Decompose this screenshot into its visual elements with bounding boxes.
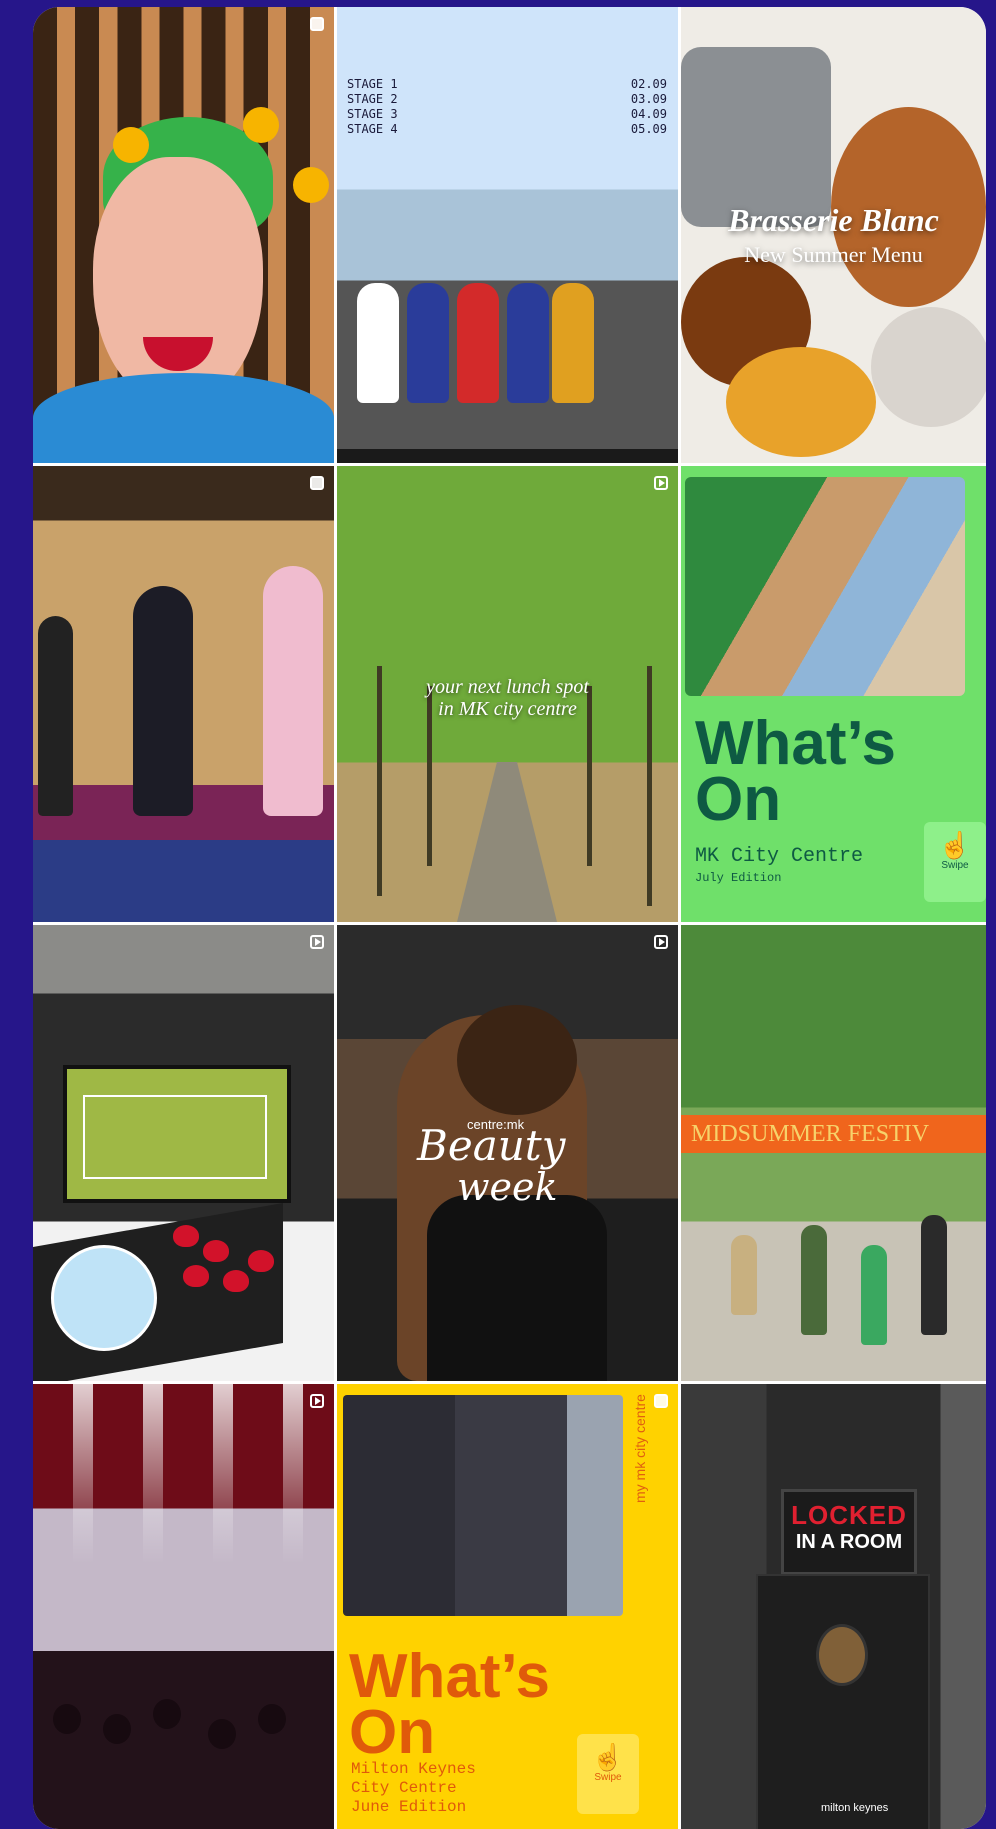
dip-shape bbox=[871, 307, 986, 427]
strawberry-shape bbox=[173, 1225, 199, 1247]
post-title: Brasserie Blanc bbox=[728, 202, 939, 238]
actor-shape bbox=[38, 616, 73, 816]
rider-shape bbox=[552, 283, 594, 403]
reel-icon bbox=[654, 935, 668, 949]
reel-icon bbox=[654, 476, 668, 490]
post-grid: STAGE 1 02.09 STAGE 2 03.09 STAGE 3 04.09 S… bbox=[33, 7, 986, 1829]
post-tile-trees[interactable]: your next lunch spot in MK city centre bbox=[337, 466, 678, 922]
post-tile-beauty-week[interactable]: centre:mk Beauty week bbox=[337, 925, 678, 1381]
path-shape bbox=[457, 762, 557, 922]
post-tile-cycling[interactable]: STAGE 1 02.09 STAGE 2 03.09 STAGE 3 04.09 S… bbox=[337, 7, 678, 463]
post-edition: July Edition bbox=[695, 871, 782, 885]
porthole-shape bbox=[816, 1624, 868, 1686]
carousel-icon bbox=[310, 476, 324, 490]
post-location: Milton Keynes City Centre June Edition bbox=[351, 1760, 476, 1816]
rider-shape bbox=[457, 283, 499, 403]
swipe-hint: ☝ Swipe bbox=[577, 1734, 639, 1814]
post-tile-performer[interactable] bbox=[33, 7, 334, 463]
post-photo bbox=[685, 477, 965, 696]
door-shape bbox=[756, 1574, 930, 1829]
festival-banner: MIDSUMMER FESTIV bbox=[681, 1115, 986, 1153]
post-tile-whats-on-june[interactable]: my mk city centre What’s On Milton Keyne… bbox=[337, 1384, 678, 1829]
audience-head bbox=[208, 1719, 236, 1749]
shirt-shape bbox=[33, 373, 334, 463]
post-title: Beauty bbox=[417, 1121, 566, 1170]
strawberry-shape bbox=[183, 1265, 209, 1287]
brand-vertical-label: my mk city centre bbox=[632, 1394, 648, 1503]
post-subtitle: week bbox=[457, 1165, 558, 1209]
actor-shape bbox=[263, 566, 323, 816]
hair-shape bbox=[457, 1005, 577, 1115]
actor-shape bbox=[133, 586, 193, 816]
carousel-icon bbox=[310, 17, 324, 31]
stage-light bbox=[73, 1384, 93, 1564]
swipe-hint: ☝ Swipe bbox=[924, 822, 986, 902]
stage-row: STAGE 3 04.09 bbox=[347, 107, 667, 121]
stage-row: STAGE 4 05.09 bbox=[347, 122, 667, 136]
stage-row: STAGE 2 03.09 bbox=[347, 92, 667, 106]
audience-head bbox=[258, 1704, 286, 1734]
rider-shape bbox=[407, 283, 449, 403]
reel-icon bbox=[310, 935, 324, 949]
walker-shape bbox=[861, 1245, 887, 1345]
strawberry-shape bbox=[223, 1270, 249, 1292]
walker-shape bbox=[801, 1225, 827, 1335]
footer-strip bbox=[337, 449, 678, 463]
rider-shape bbox=[357, 283, 399, 403]
rider-shape bbox=[507, 283, 549, 403]
venue-sign: LOCKED IN A ROOM bbox=[781, 1489, 917, 1575]
stage-light bbox=[213, 1384, 233, 1564]
stage-row: STAGE 1 02.09 bbox=[347, 77, 667, 91]
hand-pointer-icon: ☝ bbox=[938, 830, 972, 860]
post-tile-whats-on-july[interactable]: What’s On MK City Centre July Edition ☝ … bbox=[681, 466, 986, 922]
bowl-shape bbox=[681, 47, 831, 227]
flower-shape bbox=[113, 127, 149, 163]
post-caption: your next lunch spot in MK city centre bbox=[426, 676, 589, 720]
flower-shape bbox=[293, 167, 329, 203]
stage-light bbox=[283, 1384, 303, 1564]
walker-shape bbox=[921, 1215, 947, 1335]
post-heading: What’s On bbox=[695, 709, 896, 834]
post-photo bbox=[343, 1395, 623, 1616]
post-subtitle: New Summer Menu bbox=[744, 242, 923, 267]
carousel-icon bbox=[654, 1394, 668, 1408]
stage-list: STAGE 1 02.09 STAGE 2 03.09 STAGE 3 04.09 S… bbox=[347, 77, 667, 137]
post-tile-tennis[interactable] bbox=[33, 925, 334, 1381]
post-tile-locked-in-a-room[interactable]: LOCKED IN A ROOM milton keynes bbox=[681, 1384, 986, 1829]
strawberry-shape bbox=[248, 1250, 274, 1272]
top-shape bbox=[427, 1195, 607, 1381]
lemon-shape bbox=[726, 347, 876, 457]
walker-shape bbox=[731, 1235, 757, 1315]
post-tile-concert[interactable] bbox=[33, 1384, 334, 1829]
stage-light bbox=[143, 1384, 163, 1564]
flower-shape bbox=[243, 107, 279, 143]
post-tile-midsummer[interactable]: MIDSUMMER FESTIV bbox=[681, 925, 986, 1381]
court-lines bbox=[83, 1095, 267, 1179]
footer-label: milton keynes bbox=[821, 1802, 889, 1814]
audience-head bbox=[103, 1714, 131, 1744]
strawberry-shape bbox=[203, 1240, 229, 1262]
cream-cup bbox=[51, 1245, 157, 1351]
post-tile-theatre[interactable] bbox=[33, 466, 334, 922]
post-tile-brasserie[interactable]: Brasserie Blanc New Summer Menu bbox=[681, 7, 986, 463]
post-location: MK City Centre bbox=[695, 845, 864, 868]
hand-pointer-icon: ☝ bbox=[591, 1742, 625, 1772]
audience-head bbox=[153, 1699, 181, 1729]
audience-head bbox=[53, 1704, 81, 1734]
post-heading: What’s On bbox=[349, 1642, 550, 1767]
reel-icon bbox=[310, 1394, 324, 1408]
